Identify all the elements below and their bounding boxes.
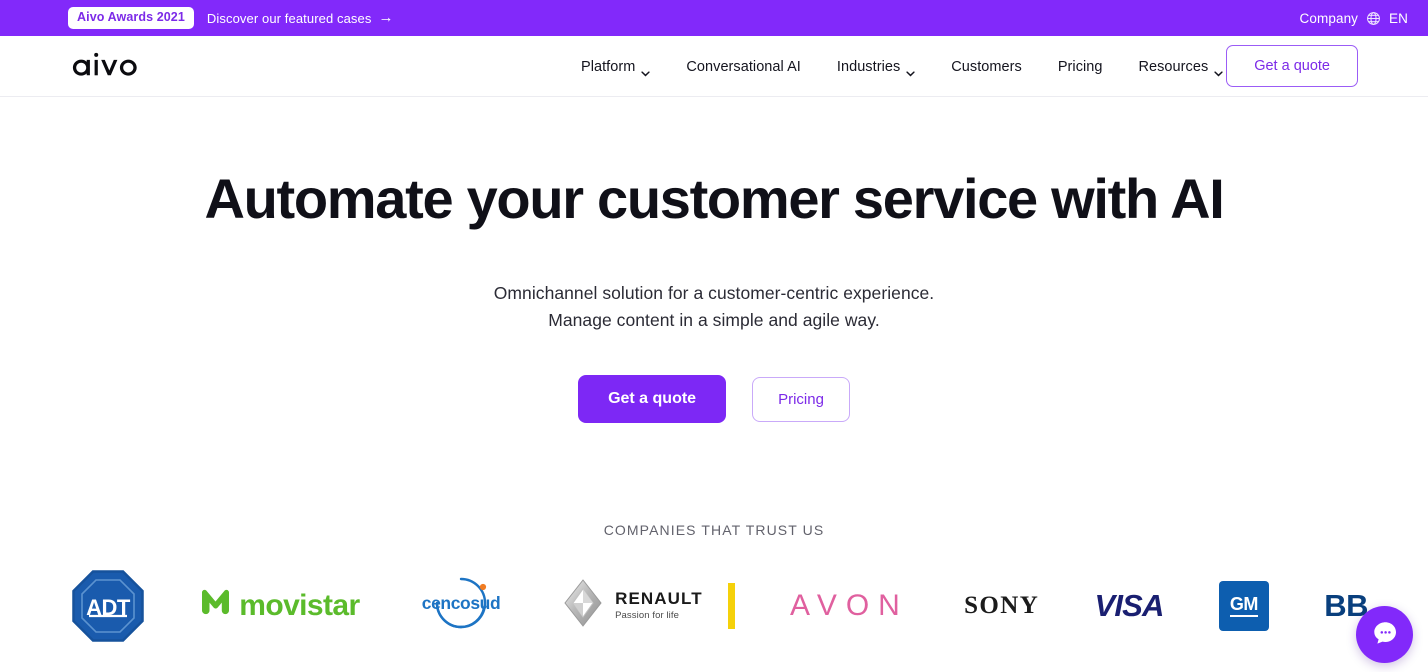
- sony-wordmark: SONY: [964, 591, 1040, 619]
- renault-yellow-bar: [727, 582, 735, 629]
- nav-item-industries[interactable]: Industries: [819, 58, 933, 76]
- client-logo-movistar: movistar: [199, 587, 360, 624]
- site-header: Platform Conversational AI Industries Cu…: [0, 36, 1428, 97]
- header-get-a-quote-button[interactable]: Get a quote: [1226, 45, 1358, 87]
- nav-label-pricing: Pricing: [1057, 58, 1103, 75]
- renault-wordmark: RENAULT: [615, 589, 703, 609]
- client-logo-adt: ADT: [72, 569, 144, 642]
- nav-label-customers: Customers: [951, 58, 1022, 75]
- nav-label-conversational-ai: Conversational AI: [686, 58, 801, 75]
- hero-pricing-button[interactable]: Pricing: [752, 376, 850, 422]
- main-navigation: Platform Conversational AI Industries Cu…: [563, 36, 1241, 97]
- nav-item-conversational-ai[interactable]: Conversational AI: [668, 59, 819, 75]
- announcement-left-group: Aivo Awards 2021 Discover our featured c…: [68, 7, 394, 29]
- hero-button-group: Get a quote Pricing: [0, 374, 1428, 423]
- chat-bubble-icon: [1370, 618, 1400, 651]
- client-logo-renault: RENAULT Passion for life: [562, 578, 735, 633]
- globe-icon[interactable]: [1366, 11, 1381, 26]
- client-logo-gm: GM: [1218, 580, 1269, 631]
- nav-item-customers[interactable]: Customers: [933, 59, 1040, 75]
- renault-group: RENAULT Passion for life: [562, 578, 735, 633]
- hero-subtitle-line-2: Manage content in a simple and agile way…: [548, 310, 880, 331]
- featured-cases-label: Discover our featured cases: [206, 10, 372, 26]
- announcement-right-group: Company EN: [1300, 0, 1408, 36]
- chevron-down-icon: [1214, 65, 1223, 76]
- hero-subtitle: Omnichannel solution for a customer-cent…: [0, 280, 1428, 333]
- chevron-down-icon: [906, 65, 915, 76]
- hero-section: Automate your customer service with AI O…: [0, 97, 1428, 423]
- aivo-logo[interactable]: [68, 51, 152, 81]
- movistar-wordmark: movistar: [239, 588, 360, 622]
- trust-section: COMPANIES THAT TRUST US ADT movistar cen…: [0, 522, 1428, 646]
- gm-icon: GM: [1218, 580, 1269, 631]
- renault-diamond-icon: [562, 578, 604, 633]
- adt-icon: ADT: [72, 569, 144, 642]
- chat-widget-button[interactable]: [1356, 606, 1413, 663]
- renault-tagline: Passion for life: [615, 610, 680, 622]
- chevron-down-icon: [641, 65, 651, 76]
- client-logo-cencosud: cencosud: [415, 573, 507, 638]
- language-selector[interactable]: EN: [1389, 11, 1408, 26]
- arrow-right-icon: →: [378, 8, 394, 26]
- client-logo-sony: SONY: [964, 592, 1039, 620]
- visa-wordmark: VISA: [1094, 587, 1164, 623]
- gm-wordmark: GM: [1229, 595, 1258, 617]
- client-logo-row: ADT movistar cencosud RENAULT Passion fo…: [0, 566, 1428, 646]
- page-title: Automate your customer service with AI: [204, 167, 1224, 230]
- nav-label-industries: Industries: [836, 58, 901, 75]
- svg-text:cencosud: cencosud: [422, 593, 501, 613]
- nav-label-platform: Platform: [581, 58, 636, 75]
- avon-wordmark: AVON: [790, 588, 909, 622]
- nav-item-resources[interactable]: Resources: [1121, 58, 1242, 76]
- hero-get-a-quote-button[interactable]: Get a quote: [578, 374, 727, 423]
- renault-wordmark-group: RENAULT Passion for life: [615, 590, 703, 621]
- client-logo-visa: VISA: [1094, 587, 1164, 624]
- nav-item-platform[interactable]: Platform: [563, 58, 668, 76]
- featured-cases-link[interactable]: Discover our featured cases →: [206, 8, 394, 26]
- nav-label-resources: Resources: [1138, 58, 1209, 75]
- award-badge[interactable]: Aivo Awards 2021: [68, 7, 194, 29]
- client-logo-avon: AVON: [790, 589, 909, 623]
- announcement-bar: Aivo Awards 2021 Discover our featured c…: [0, 0, 1428, 36]
- hero-subtitle-line-1: Omnichannel solution for a customer-cent…: [493, 283, 935, 304]
- nav-item-pricing[interactable]: Pricing: [1040, 59, 1121, 75]
- cencosud-icon: cencosud: [415, 573, 507, 638]
- trust-heading: COMPANIES THAT TRUST US: [603, 521, 825, 538]
- company-link[interactable]: Company: [1300, 11, 1358, 26]
- movistar-m-icon: [199, 587, 232, 624]
